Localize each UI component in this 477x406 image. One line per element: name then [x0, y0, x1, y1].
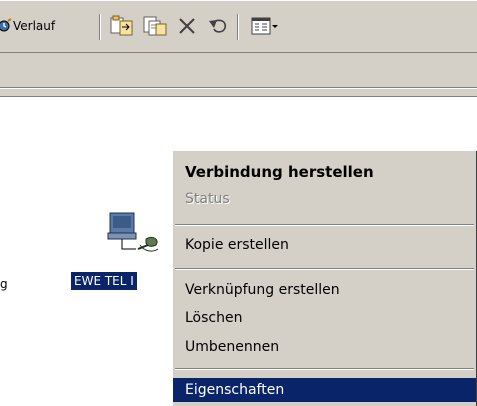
menu-item-create-copy[interactable]: Kopie erstellen [173, 233, 476, 257]
menu-item-properties[interactable]: Eigenschaften [173, 378, 476, 402]
dialup-connection-icon[interactable] [104, 209, 164, 272]
address-bar-divider-highlight [0, 88, 477, 89]
views-button[interactable] [251, 14, 279, 38]
menu-separator [175, 224, 474, 226]
context-menu: Verbindung herstellen Status Kopie erste… [172, 150, 477, 406]
undo-icon [209, 19, 227, 33]
move-to-button[interactable] [110, 14, 134, 38]
menu-separator [175, 368, 474, 370]
item-label: g [0, 277, 8, 291]
delete-icon [179, 18, 195, 34]
move-to-icon [110, 15, 133, 36]
views-icon [251, 17, 271, 35]
menu-item-create-shortcut[interactable]: Verknüpfung erstellen [173, 278, 476, 302]
menu-item-rename[interactable]: Umbenennen [173, 335, 476, 359]
selected-item-label[interactable]: EWE TEL I [71, 272, 137, 290]
toolbar-separator [237, 14, 239, 40]
chevron-down-icon [272, 25, 278, 28]
history-button[interactable]: Verlauf [0, 14, 55, 38]
menu-item-delete[interactable]: Löschen [173, 306, 476, 330]
copy-to-button[interactable] [143, 14, 167, 38]
address-bar-region [0, 53, 477, 97]
history-icon [0, 18, 12, 32]
delete-button[interactable] [177, 14, 197, 38]
toolbar-separator [99, 14, 101, 40]
menu-item-status: Status [185, 191, 230, 207]
history-label: Verlauf [13, 19, 56, 33]
toolbar: Verlauf [0, 0, 477, 53]
copy-to-icon [143, 16, 167, 36]
toolbar-highlight [0, 0, 477, 1]
menu-item-connect[interactable]: Verbindung herstellen [173, 160, 476, 184]
undo-button[interactable] [207, 14, 229, 38]
menu-separator [175, 268, 474, 270]
